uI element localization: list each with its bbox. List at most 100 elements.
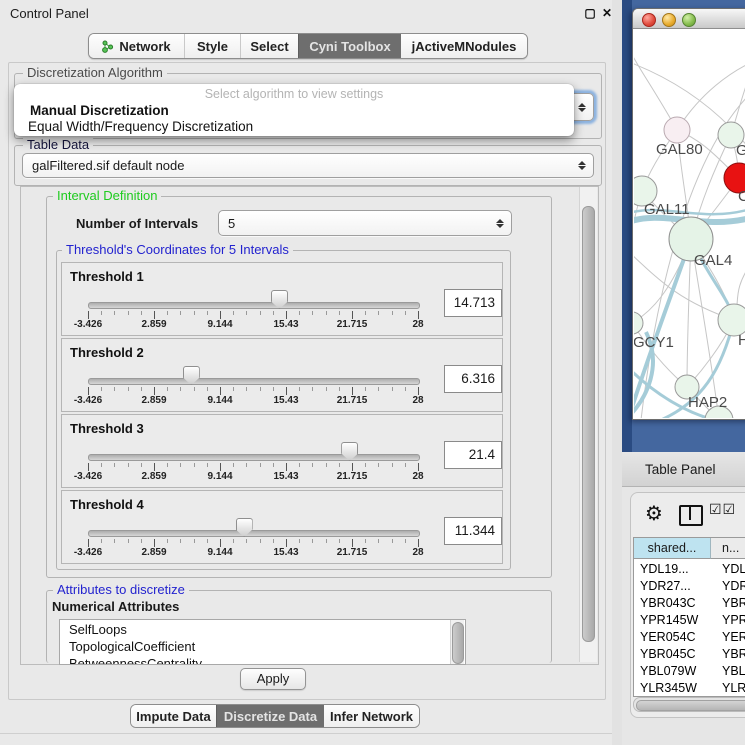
slider-tick (286, 539, 287, 547)
slider-tick (101, 387, 102, 391)
slider-tick (154, 463, 155, 471)
attribute-list-item[interactable]: SelfLoops (69, 622, 127, 637)
numerical-attributes-list[interactable]: SelfLoops TopologicalCoefficient Betweenne… (59, 619, 466, 665)
table-cell-shared-name[interactable]: YDR27... (640, 579, 691, 593)
settings-vertical-scrollbar[interactable] (579, 187, 597, 662)
slider-tick (114, 387, 115, 391)
slider-tick (233, 539, 234, 543)
slider-tick (365, 539, 366, 543)
tab-style[interactable]: Style (184, 34, 240, 58)
table-cell-shared-name[interactable]: YBR043C (640, 596, 696, 610)
slider-tick (378, 539, 379, 543)
close-traffic-light-icon[interactable] (642, 13, 656, 27)
slider-tick (312, 311, 313, 315)
slider-tick (88, 463, 89, 471)
table-cell-name[interactable]: YBR0 (722, 647, 745, 661)
gear-icon[interactable]: ⚙ (645, 501, 663, 525)
threshold-box-4: Threshold 4-3.4262.8599.14415.4321.71528… (61, 490, 503, 564)
tab-discretize-data[interactable]: Discretize Data (216, 705, 324, 727)
slider-tick (273, 387, 274, 391)
combo-spinner-icon (577, 103, 586, 112)
scrollbar-thumb[interactable] (636, 700, 745, 711)
network-node[interactable] (664, 117, 690, 143)
slider-track[interactable] (88, 530, 420, 537)
slider-tick (312, 539, 313, 543)
table-horizontal-scrollbar[interactable] (633, 697, 745, 712)
float-window-icon[interactable]: ▢ (584, 7, 596, 19)
threshold-label: Threshold 2 (70, 345, 144, 360)
table-cell-name[interactable]: YER0 (722, 630, 745, 644)
network-window-titlebar[interactable] (633, 9, 745, 29)
slider-tick (88, 311, 89, 319)
table-cell-shared-name[interactable]: YBL079W (640, 664, 696, 678)
slider-track[interactable] (88, 454, 420, 461)
slider-tick (365, 463, 366, 467)
attributes-group-label: Attributes to discretize (53, 583, 189, 597)
table-cell-name[interactable]: YDR2 (722, 579, 745, 593)
algorithm-option-manual[interactable]: Manual Discretization (30, 103, 169, 118)
split-view-icon[interactable] (679, 505, 703, 526)
attribute-list-item[interactable]: TopologicalCoefficient (69, 639, 195, 654)
slider-tick (286, 387, 287, 395)
apply-button[interactable]: Apply (240, 668, 306, 690)
attributes-scrollbar[interactable] (450, 620, 464, 664)
slider-tick-label: 15.43 (273, 471, 298, 482)
table-cell-shared-name[interactable]: YER054C (640, 630, 696, 644)
table-cell-shared-name[interactable]: YLR345W (640, 681, 697, 695)
zoom-traffic-light-icon[interactable] (682, 13, 696, 27)
table-panel-box: ⚙ ☑☑ shared... n... YDL19... YDL1 YDR27...… (630, 492, 745, 718)
slider-tick (312, 387, 313, 391)
table-data-combobox[interactable]: galFiltered.sif default node (22, 153, 594, 178)
number-of-intervals-combobox[interactable]: 5 (218, 210, 512, 236)
threshold-value-field[interactable]: 6.316 (444, 365, 502, 393)
threshold-value-field[interactable]: 14.713 (444, 289, 502, 317)
scrollbar-thumb[interactable] (582, 206, 595, 642)
slider-tick (233, 311, 234, 315)
slider-tick (286, 463, 287, 471)
tab-select[interactable]: Select (240, 34, 298, 58)
slider-tick (207, 539, 208, 543)
scrollbar-thumb[interactable] (452, 622, 464, 664)
slider-tick (273, 311, 274, 315)
table-cell-name[interactable]: YDL1 (722, 562, 745, 576)
slider-tick (365, 387, 366, 391)
network-node[interactable] (634, 312, 643, 334)
slider-track[interactable] (88, 302, 420, 309)
column-header-shared-name[interactable]: shared... (634, 538, 711, 559)
attribute-list-item[interactable]: BetweennessCentrality (69, 656, 202, 665)
slider-tick (378, 311, 379, 315)
network-canvas[interactable]: GAL80G.GAL11CGAL4GCY1HHAP2 (634, 29, 745, 418)
tab-cyni-toolbox[interactable]: Cyni Toolbox (298, 34, 401, 58)
slider-track[interactable] (88, 378, 420, 385)
slider-tick-label: -3.426 (74, 547, 102, 558)
threshold-value-field[interactable]: 21.4 (444, 441, 502, 469)
slider-tick-label: 2.859 (141, 471, 166, 482)
combo-spinner-icon (495, 219, 504, 228)
threshold-value-field[interactable]: 11.344 (444, 517, 502, 545)
table-cell-name[interactable]: YBR0 (722, 596, 745, 610)
select-columns-icon[interactable]: ☑☑ (709, 502, 736, 518)
table-cell-name[interactable]: YPR1 (722, 613, 745, 627)
tab-jactivemnodules[interactable]: jActiveMNodules (401, 34, 527, 58)
algorithm-option-equal-width[interactable]: Equal Width/Frequency Discretization (28, 119, 253, 134)
tab-infer-network[interactable]: Infer Network (324, 705, 419, 727)
slider-tick (101, 463, 102, 467)
slider-tick (405, 463, 406, 467)
table-cell-name[interactable]: YBL0 (722, 664, 745, 678)
table-cell-name[interactable]: YLR3 (722, 681, 745, 695)
slider-tick (220, 387, 221, 395)
tab-impute-data[interactable]: Impute Data (131, 705, 216, 727)
slider-tick-label: 21.715 (337, 395, 368, 406)
table-cell-shared-name[interactable]: YPR145W (640, 613, 698, 627)
table-cell-shared-name[interactable]: YBR045C (640, 647, 696, 661)
column-header-name[interactable]: n... (711, 538, 745, 559)
slider-tick (378, 387, 379, 391)
slider-tick-label: 9.144 (207, 319, 232, 330)
slider-tick-label: 15.43 (273, 395, 298, 406)
bottom-divider (0, 733, 612, 734)
minimize-traffic-light-icon[interactable] (662, 13, 676, 27)
slider-tick (339, 463, 340, 467)
tab-network[interactable]: Network (89, 34, 184, 58)
table-cell-shared-name[interactable]: YDL19... (640, 562, 689, 576)
network-view-window[interactable]: GAL80G.GAL11CGAL4GCY1HHAP2 (632, 8, 745, 420)
